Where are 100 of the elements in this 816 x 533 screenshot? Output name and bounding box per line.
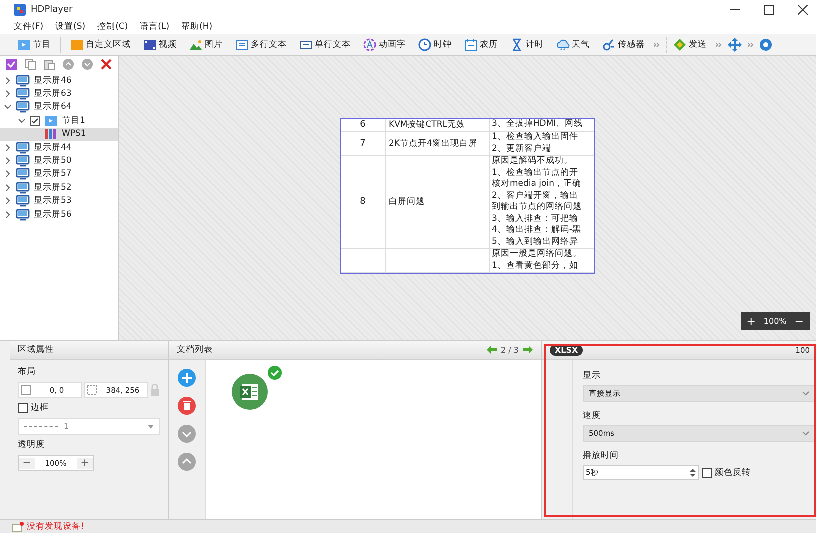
monitor-icon: [16, 100, 30, 114]
app-logo-icon: [14, 4, 26, 16]
cell-text-line: 1、检查输入输出固件: [492, 132, 580, 144]
monitor-icon: [16, 180, 30, 195]
cell-text-line: 5、输入到输出网络异: [492, 236, 580, 248]
tree-item[interactable]: 显示屏50: [0, 154, 118, 168]
diamond-icon: [673, 38, 687, 52]
tree-item[interactable]: 显示屏52: [0, 181, 118, 195]
delete-icon[interactable]: [101, 59, 112, 70]
tree-item[interactable]: 显示屏63: [0, 87, 118, 101]
status-message: 没有发现设备!: [27, 520, 84, 532]
right-arrow-icon[interactable]: [523, 346, 533, 354]
trash-icon[interactable]: [178, 397, 196, 415]
field-label: 播放时间: [583, 450, 620, 462]
maximize-icon[interactable]: [764, 5, 774, 15]
clock-icon: [418, 38, 432, 52]
tree-item[interactable]: 显示屏44: [0, 140, 118, 154]
tree-item[interactable]: WPS1: [0, 128, 118, 141]
left-arrow-icon[interactable]: [487, 346, 498, 354]
close-icon[interactable]: [798, 5, 808, 15]
toolbar-button[interactable]: 动画字: [360, 36, 409, 52]
toolbar-button[interactable]: 天气: [553, 36, 593, 52]
cell-text-line: 2、客户端开窗，输出: [492, 190, 580, 202]
move-up-icon[interactable]: [178, 453, 196, 471]
overflow-icon: [748, 42, 754, 48]
toolbar-button[interactable]: 发送: [666, 36, 710, 52]
field-label: 布局: [18, 366, 37, 378]
paste-icon[interactable]: [44, 59, 55, 70]
checkbox-label: 边框: [31, 402, 49, 414]
tree-item[interactable]: 显示屏46: [0, 74, 118, 88]
checkbox[interactable]: [702, 468, 712, 478]
toolbar-button[interactable]: 单行文本: [296, 36, 354, 52]
tree-item[interactable]: 节目1: [0, 114, 118, 128]
monitor-icon: [16, 87, 30, 102]
checkbox[interactable]: [18, 403, 28, 413]
cell-text-line: 原因一般是网络问题。: [492, 249, 583, 260]
copy-icon[interactable]: [25, 59, 36, 70]
colored-bars-icon: [44, 127, 58, 142]
toolbar-button[interactable]: 农历: [461, 36, 501, 52]
up-circle-icon[interactable]: [63, 59, 74, 70]
cell-text-line: 1、查看黄色部分，如: [492, 260, 580, 272]
spreadsheet-file-icon[interactable]: [232, 374, 268, 410]
monitor-icon: [16, 167, 30, 182]
cell-text-line: 3、输入排查：可把输: [492, 214, 580, 225]
monitor-icon: [16, 208, 30, 222]
toolbar-button[interactable]: 自定义区域: [67, 36, 134, 52]
program-icon: [44, 114, 58, 128]
down-circle-icon[interactable]: [82, 59, 93, 70]
monitor-icon: [16, 194, 30, 208]
chevron-down-icon: [802, 430, 810, 436]
move-arrows-icon[interactable]: [728, 38, 742, 52]
menu-item[interactable]: 文件(F): [14, 21, 44, 33]
checkbox-label: 颜色反转: [715, 466, 751, 478]
zoom-out-button[interactable]: −: [792, 314, 806, 328]
overflow-icon: [654, 42, 660, 48]
monitor-icon: [16, 140, 30, 155]
tree-item[interactable]: 显示屏64: [0, 100, 118, 114]
tree-item[interactable]: 显示屏57: [0, 168, 118, 182]
cell-text-line: 到输出节点的网络问题: [492, 202, 583, 214]
cell-text-line: 核对media join，正确: [492, 179, 582, 190]
monitor-icon: [16, 74, 30, 88]
menu-item[interactable]: 设置(S): [56, 21, 86, 33]
cell-text-line: 1、检查输出节点的开: [492, 168, 580, 179]
text-box-icon: [235, 38, 249, 52]
mountain-icon: [189, 38, 203, 52]
add-icon[interactable]: [178, 369, 196, 387]
overflow-icon: [716, 42, 722, 48]
toolbar-button[interactable]: 计时: [507, 36, 547, 52]
play-circle-icon[interactable]: [760, 38, 772, 50]
move-down-icon[interactable]: [178, 425, 196, 443]
menu-item[interactable]: 语言(L): [140, 21, 170, 33]
menu-item[interactable]: 控制(C): [98, 21, 128, 33]
zoom-in-button[interactable]: +: [744, 314, 758, 328]
cell-text-line: 原因是解码不成功。: [492, 156, 574, 168]
cell-text-line: 2、更新客户端: [492, 144, 552, 155]
check-all-icon[interactable]: [6, 59, 17, 70]
checkbox[interactable]: [30, 116, 40, 126]
toolbar-button[interactable]: 多行文本: [232, 36, 290, 52]
field-label: 速度: [583, 410, 602, 422]
table-cell: 白屏问题: [386, 156, 490, 248]
toolbar-button[interactable]: 节目: [14, 36, 54, 52]
hourglass-icon: [510, 38, 524, 52]
zoom-value: 100%: [764, 316, 787, 326]
spin-arrows-icon: [690, 468, 696, 478]
table-cell: 2K节点开4窗出现白屏: [386, 132, 490, 155]
field-label: 显示: [583, 370, 602, 382]
toolbar-button[interactable]: 传感器: [599, 36, 648, 52]
tree-item[interactable]: 显示屏56: [0, 208, 118, 222]
device-warning-icon: [12, 522, 24, 532]
table-cell: 6: [341, 119, 386, 131]
toolbar-button[interactable]: 视频: [140, 36, 180, 52]
tree-item[interactable]: 显示屏53: [0, 194, 118, 208]
toolbar-button[interactable]: 图片: [186, 36, 226, 52]
menu-item[interactable]: 帮助(H): [182, 21, 213, 33]
page-indicator: 2 / 3: [501, 346, 519, 354]
table-cell: KVM按键CTRL无效: [386, 119, 490, 131]
table-cell: 7: [341, 132, 386, 155]
toolbar-button[interactable]: 时钟: [415, 36, 455, 52]
table-cell: 8: [341, 156, 386, 248]
window-title: HDPlayer: [31, 5, 73, 15]
